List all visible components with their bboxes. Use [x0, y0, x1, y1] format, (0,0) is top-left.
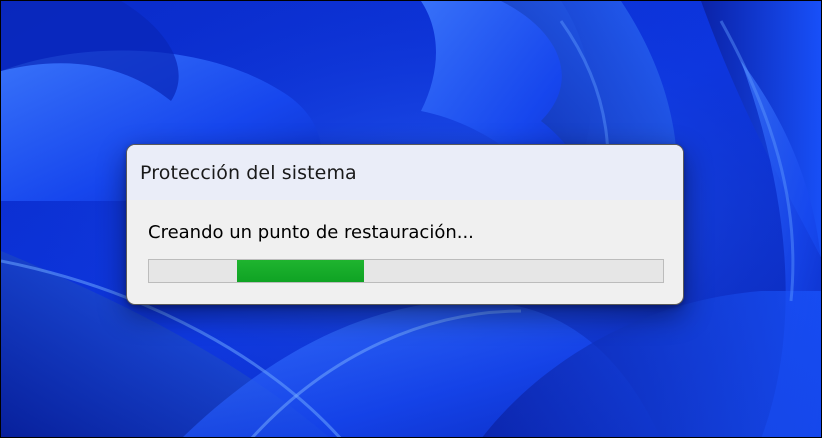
status-message: Creando un punto de restauración...: [148, 222, 474, 243]
progress-bar: [148, 259, 664, 283]
dialog-titlebar[interactable]: Protección del sistema: [127, 145, 683, 200]
system-protection-dialog: Protección del sistema Creando un punto …: [126, 144, 684, 305]
dialog-content: Creando un punto de restauración...: [127, 200, 683, 283]
dialog-title: Protección del sistema: [140, 161, 357, 184]
progress-bar-fill: [237, 260, 364, 282]
